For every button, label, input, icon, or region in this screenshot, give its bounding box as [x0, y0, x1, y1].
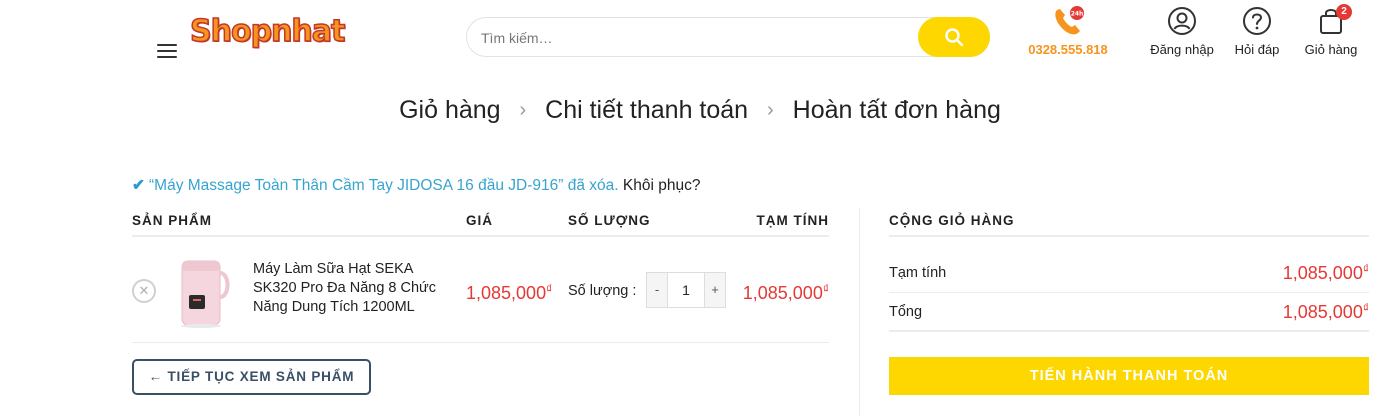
menu-icon[interactable]	[157, 44, 177, 58]
subtotal-label: Tạm tính	[889, 265, 947, 281]
product-price: 1,085,000₫	[466, 282, 552, 304]
total-label: Tổng	[889, 304, 923, 320]
help-label: Hỏi đáp	[1234, 42, 1280, 57]
product-subtotal-value: 1,085,000	[742, 283, 823, 303]
divider	[132, 235, 829, 237]
user-icon	[1167, 6, 1197, 36]
divider	[889, 292, 1369, 293]
login-label: Đăng nhập	[1150, 42, 1214, 57]
product-price-value: 1,085,000	[466, 283, 547, 303]
header-subtotal: TẠM TÍNH	[756, 213, 829, 228]
chevron-right-icon: ›	[519, 99, 527, 121]
header-quantity: SỐ LƯỢNG	[568, 213, 651, 228]
currency-symbol: ₫	[822, 282, 829, 296]
quantity-stepper: - +	[646, 272, 726, 308]
product-name[interactable]: Máy Làm Sữa Hạt SEKA SK320 Pro Đa Năng 8…	[253, 260, 453, 317]
total-amount: 1,085,000₫	[1283, 301, 1369, 323]
header-price: GIÁ	[466, 213, 494, 228]
help-link[interactable]: Hỏi đáp	[1230, 6, 1284, 57]
phone-icon: 24h	[1050, 4, 1086, 40]
cart-label: Giỏ hàng	[1304, 42, 1358, 57]
divider	[132, 342, 829, 343]
currency-symbol: ₫	[1362, 301, 1369, 315]
removed-notice: ✔ “Máy Massage Toàn Thân Cầm Tay JIDOSA 1…	[132, 176, 700, 195]
header-product: SẢN PHẨM	[132, 213, 213, 228]
undo-link[interactable]: Khôi phục?	[623, 177, 701, 194]
step-cart[interactable]: Giỏ hàng	[399, 96, 500, 125]
check-icon: ✔	[132, 177, 145, 194]
search-input[interactable]	[481, 27, 901, 49]
subtotal-value: 1,085,000	[1282, 263, 1363, 283]
hotline[interactable]: 24h 0328.555.818	[1022, 4, 1114, 57]
column-divider	[859, 208, 860, 416]
currency-symbol: ₫	[1362, 262, 1369, 276]
search-icon	[945, 28, 964, 47]
remove-icon[interactable]: ✕	[132, 279, 156, 303]
logo[interactable]: Shopnhat	[189, 13, 346, 50]
cart-icon: 2	[1316, 4, 1352, 36]
cart-link[interactable]: 2 Giỏ hàng	[1301, 4, 1361, 57]
search-button[interactable]	[918, 17, 990, 57]
proceed-to-checkout-button[interactable]: TIẾN HÀNH THANH TOÁN	[889, 357, 1369, 395]
product-subtotal: 1,085,000₫	[743, 282, 829, 304]
quantity-label: Số lượng :	[568, 283, 637, 299]
total-value: 1,085,000	[1282, 302, 1363, 322]
divider	[889, 235, 1369, 237]
step-checkout-details[interactable]: Chi tiết thanh toán	[545, 96, 748, 125]
step-order-complete[interactable]: Hoàn tất đơn hàng	[793, 96, 1001, 125]
totals-heading: CỘNG GIỎ HÀNG	[889, 213, 1015, 228]
login-link[interactable]: Đăng nhập	[1146, 6, 1218, 57]
quantity-decrease-button[interactable]: -	[647, 273, 667, 307]
search-box	[466, 17, 990, 57]
help-icon	[1242, 6, 1272, 36]
svg-text:24h: 24h	[1071, 11, 1084, 18]
phone-number[interactable]: 0328.555.818	[1022, 42, 1114, 57]
product-thumbnail[interactable]	[174, 257, 234, 329]
subtotal-amount: 1,085,000₫	[1283, 262, 1369, 284]
quantity-increase-button[interactable]: +	[705, 273, 725, 307]
checkout-steps: Giỏ hàng › Chi tiết thanh toán › Hoàn tấ…	[0, 96, 1400, 125]
notice-message: “Máy Massage Toàn Thân Cầm Tay JIDOSA 16…	[149, 177, 619, 194]
chevron-right-icon: ›	[767, 99, 774, 121]
cart-count-badge: 2	[1336, 4, 1352, 20]
divider	[889, 330, 1369, 332]
currency-symbol: ₫	[546, 282, 553, 296]
quantity-input[interactable]	[667, 273, 705, 307]
continue-shopping-button[interactable]: ← TIẾP TỤC XEM SẢN PHẨM	[132, 359, 371, 395]
